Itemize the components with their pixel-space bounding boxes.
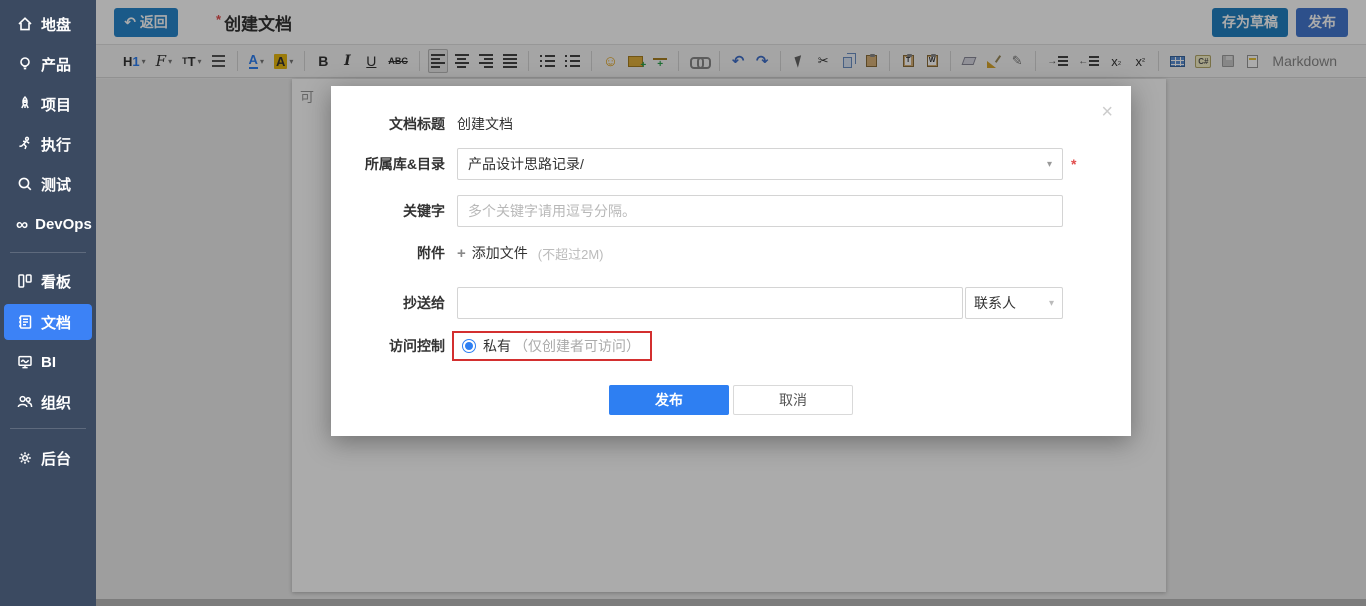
sidebar-divider [10, 252, 86, 253]
sidebar-item-test[interactable]: 测试 [4, 166, 92, 202]
chevron-down-icon: ▾ [1049, 298, 1054, 309]
create-doc-modal: × 文档标题 创建文档 所属库&目录 产品设计思路记录/ ▾ * 关键字 附件 [331, 86, 1131, 436]
app-window: 地盘 产品 项目 执行 测试 ∞ DevOps 看板 文档 [0, 0, 1366, 606]
sidebar-item-admin[interactable]: 后台 [4, 440, 92, 476]
kanban-icon [16, 272, 34, 290]
add-file-button[interactable]: + 添加文件 [457, 243, 528, 263]
attachment-label: 附件 [331, 243, 445, 263]
library-select[interactable]: 产品设计思路记录/ ▾ [457, 148, 1063, 180]
document-icon [16, 313, 34, 331]
access-label: 访问控制 [331, 336, 445, 356]
access-option-label: 私有 [483, 336, 511, 356]
keywords-row: 关键字 [331, 195, 1131, 227]
publish-button[interactable]: 发布 [609, 385, 729, 415]
runner-icon [16, 135, 34, 153]
sidebar-item-bi[interactable]: BI [4, 344, 92, 380]
rocket-icon [16, 95, 34, 113]
radio-selected-icon[interactable] [462, 339, 476, 353]
monitor-icon [16, 353, 34, 371]
home-icon [16, 15, 34, 33]
sidebar-item-org[interactable]: 组织 [4, 384, 92, 420]
access-option-hint: （仅创建者可访问） [514, 336, 640, 356]
cc-input[interactable] [457, 287, 963, 319]
sidebar-item-label: BI [41, 354, 56, 371]
people-icon [16, 393, 34, 411]
cc-label: 抄送给 [331, 293, 445, 313]
sidebar-item-label: 地盘 [41, 14, 71, 35]
access-row: 访问控制 私有（仅创建者可访问） [331, 331, 1131, 361]
magnifier-icon [16, 175, 34, 193]
sidebar-item-label: DevOps [35, 216, 92, 233]
sidebar: 地盘 产品 项目 执行 测试 ∞ DevOps 看板 文档 [0, 0, 96, 606]
cc-row: 抄送给 联系人 ▾ [331, 287, 1131, 319]
sidebar-item-kanban[interactable]: 看板 [4, 263, 92, 299]
sidebar-item-label: 后台 [41, 448, 71, 469]
attachment-size-hint: (不超过2M) [538, 244, 604, 263]
sidebar-item-label: 看板 [41, 271, 71, 292]
doc-title-value: 创建文档 [457, 114, 513, 134]
required-asterisk: * [1071, 156, 1076, 172]
plus-icon: + [457, 245, 466, 262]
sidebar-item-execution[interactable]: 执行 [4, 126, 92, 162]
sidebar-item-label: 产品 [41, 54, 71, 75]
keywords-label: 关键字 [331, 201, 445, 221]
sidebar-divider [10, 428, 86, 429]
sidebar-item-product[interactable]: 产品 [4, 46, 92, 82]
chevron-down-icon: ▾ [1047, 159, 1052, 170]
add-file-label: 添加文件 [472, 243, 528, 263]
bulb-icon [16, 55, 34, 73]
sidebar-item-label: 执行 [41, 134, 71, 155]
access-private-option-highlight: 私有（仅创建者可访问） [452, 331, 652, 361]
sidebar-item-devops[interactable]: ∞ DevOps [4, 206, 92, 242]
doc-title-label: 文档标题 [331, 114, 445, 134]
sidebar-item-label: 项目 [41, 94, 71, 115]
attachment-row: 附件 + 添加文件 (不超过2M) [331, 243, 1131, 263]
gear-icon [16, 449, 34, 467]
doc-title-row: 文档标题 创建文档 [331, 114, 1131, 134]
contact-picker-label: 联系人 [974, 293, 1016, 313]
sidebar-item-doc[interactable]: 文档 [4, 304, 92, 340]
library-row: 所属库&目录 产品设计思路记录/ ▾ * [331, 148, 1131, 180]
sidebar-item-label: 组织 [41, 392, 71, 413]
modal-footer: 发布 取消 [331, 385, 1131, 415]
sidebar-item-home[interactable]: 地盘 [4, 6, 92, 42]
keywords-input[interactable] [457, 195, 1063, 227]
sidebar-item-label: 文档 [41, 312, 71, 333]
sidebar-item-project[interactable]: 项目 [4, 86, 92, 122]
contact-picker[interactable]: 联系人 ▾ [965, 287, 1063, 319]
library-label: 所属库&目录 [331, 154, 445, 174]
sidebar-item-label: 测试 [41, 174, 71, 195]
infinity-icon: ∞ [16, 216, 28, 233]
library-select-value: 产品设计思路记录/ [468, 154, 584, 174]
cancel-button[interactable]: 取消 [733, 385, 853, 415]
radio-dot [465, 342, 473, 350]
